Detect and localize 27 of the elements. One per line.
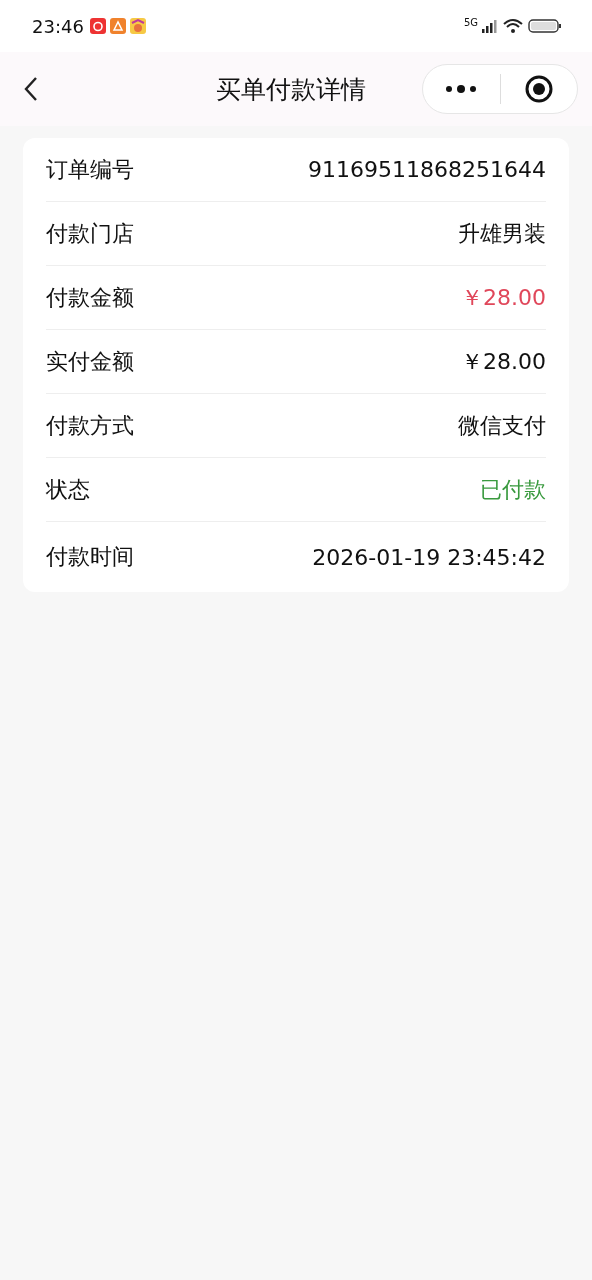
wifi-icon [502, 18, 524, 34]
page-title: 买单付款详情 [216, 73, 366, 106]
detail-label: 订单编号 [46, 155, 134, 184]
detail-value: ￥28.00 [461, 283, 546, 312]
network-type: 5G [463, 16, 478, 28]
detail-label: 付款门店 [46, 219, 134, 248]
detail-value: ￥28.00 [461, 347, 546, 376]
battery-icon [528, 18, 562, 34]
app-notification-icon [109, 18, 126, 34]
app-notification-icon [129, 18, 146, 34]
detail-value: 2026-01-19 23:45:42 [312, 544, 546, 570]
app-notification-icon [89, 18, 106, 34]
detail-label: 付款时间 [46, 543, 134, 571]
detail-value: 微信支付 [458, 411, 546, 440]
target-icon [523, 74, 554, 104]
detail-value: 升雄男装 [458, 219, 546, 248]
status-time: 23:46 [32, 15, 84, 37]
back-icon [24, 76, 38, 102]
detail-label: 实付金额 [46, 347, 134, 376]
detail-label: 状态 [46, 475, 90, 504]
back-button[interactable] [24, 76, 38, 102]
more-icon [445, 84, 478, 94]
detail-label: 付款方式 [46, 411, 134, 440]
detail-value: 91169511868251644 [308, 157, 546, 182]
detail-label: 付款金额 [46, 283, 134, 312]
detail-value: 已付款 [480, 475, 546, 504]
signal-icon [482, 19, 498, 33]
